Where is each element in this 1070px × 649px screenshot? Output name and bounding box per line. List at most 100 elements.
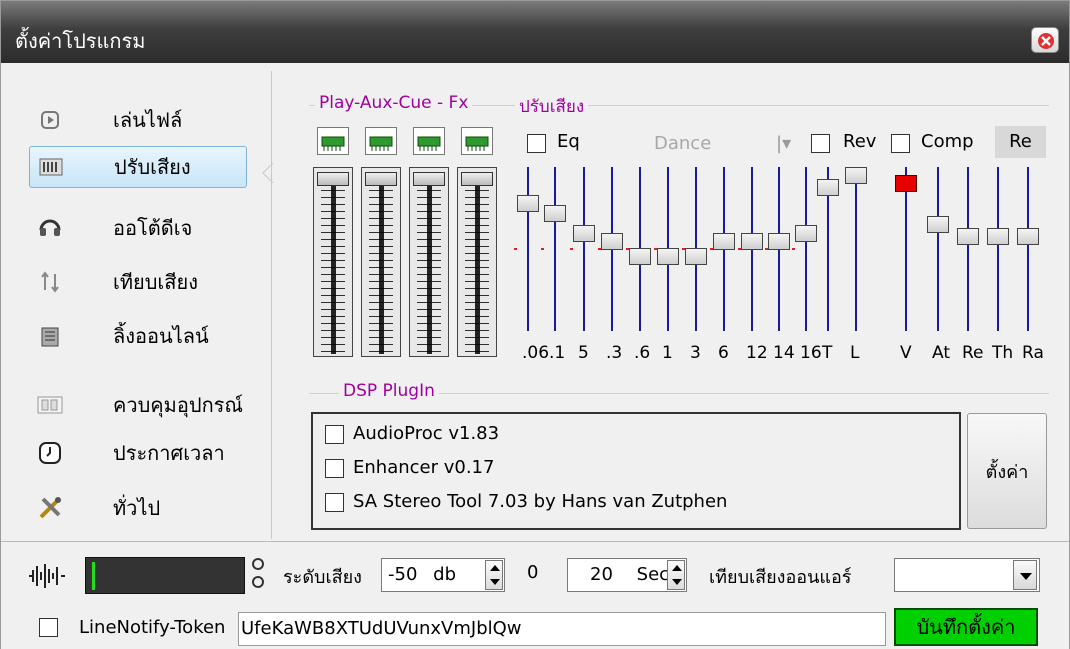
token-checkbox[interactable] xyxy=(39,618,58,637)
sidebar-item-device-control[interactable]: ควบคุมอุปกรณ์ xyxy=(29,384,249,426)
compare-label: เทียบเสียงออนแอร์ xyxy=(709,567,852,588)
sidebar-item-play-file[interactable]: เล่นไฟล์ xyxy=(29,99,249,141)
eq-zero-marker xyxy=(598,248,601,250)
eq-slider-label: 6 xyxy=(718,343,729,363)
eq-slider-rail xyxy=(527,167,529,331)
reverb-slider-thumb[interactable] xyxy=(845,167,867,185)
meter-aux xyxy=(361,127,401,357)
eq-slider-thumb[interactable] xyxy=(713,232,735,250)
sidebar-item-general[interactable]: ทั่วไป xyxy=(29,487,249,529)
save-settings-button[interactable]: บันทึกตั้งค่า xyxy=(894,608,1038,646)
group-title-adjust: ปรับเสียง xyxy=(515,93,589,120)
online-link-icon xyxy=(37,323,63,349)
eq-slider-label: .1 xyxy=(549,343,566,363)
sidebar-item-sound-compare[interactable]: เทียบเสียง xyxy=(29,261,249,303)
meter-led-icon[interactable] xyxy=(317,127,349,155)
comp-slider-thumb[interactable] xyxy=(957,227,979,245)
eq-slider-thumb[interactable] xyxy=(657,247,679,265)
link-circles-icon[interactable] xyxy=(251,556,265,590)
dsp-settings-button[interactable]: ตั้งค่า xyxy=(967,413,1047,529)
sidebar-item-label: เทียบเสียง xyxy=(113,270,198,294)
window-title: ตั้งค่าโปรแกรม xyxy=(15,29,146,53)
reset-button[interactable]: Re xyxy=(995,126,1046,158)
comp-slider-thumb[interactable] xyxy=(927,216,949,234)
meter-led-icon[interactable] xyxy=(413,127,445,155)
meter-scale xyxy=(465,190,489,352)
comp-slider-label: Re xyxy=(962,343,984,363)
meter-fx xyxy=(457,127,497,357)
eq-zero-marker xyxy=(654,248,657,250)
sync-icon xyxy=(37,269,63,295)
preset-dropdown-icon[interactable]: |▾ xyxy=(776,133,791,154)
reverb-slider-thumb[interactable] xyxy=(817,178,839,196)
dsp-plugin-label[interactable]: AudioProc v1.83 xyxy=(353,423,499,444)
token-input[interactable]: UfeKaWB8XTUdUVunxVmJblQw xyxy=(238,612,886,646)
title-bar: ตั้งค่าโปรแกรม xyxy=(1,1,1069,63)
meter-fader-knob[interactable] xyxy=(365,172,397,186)
eq-slider-thumb[interactable] xyxy=(768,232,790,250)
comp-slider-thumb[interactable] xyxy=(987,227,1009,245)
eq-slider-thumb[interactable] xyxy=(601,232,623,250)
level-meter xyxy=(85,557,245,594)
sidebar-item-label: ปรับเสียง xyxy=(114,155,191,179)
eq-slider-rail xyxy=(583,167,585,331)
eq-slider-thumb[interactable] xyxy=(795,224,817,242)
dsp-plugin-checkbox[interactable] xyxy=(325,425,344,444)
meter-led-icon[interactable] xyxy=(461,127,493,155)
dsp-plugin-label[interactable]: SA Stereo Tool 7.03 by Hans van Zutphen xyxy=(353,491,727,512)
eq-slider-rail xyxy=(554,167,556,331)
sidebar-divider xyxy=(271,71,272,539)
comp-slider-thumb[interactable] xyxy=(1017,227,1039,245)
comp-slider-thumb[interactable] xyxy=(895,175,917,193)
eq-slider-thumb[interactable] xyxy=(685,247,707,265)
dj-headphones-icon xyxy=(37,215,63,241)
level-unit: db xyxy=(433,564,456,585)
clock-icon xyxy=(37,440,63,466)
sec-spinner[interactable] xyxy=(667,560,685,590)
dsp-plugin-label[interactable]: Enhancer v0.17 xyxy=(353,457,494,478)
comp-slider-label: At xyxy=(932,343,950,363)
meter-fader-knob[interactable] xyxy=(461,172,493,186)
eq-zero-marker xyxy=(682,248,685,250)
sidebar-item-online-link[interactable]: ลิ้งออนไลน์ xyxy=(29,315,249,357)
meter-fader-knob[interactable] xyxy=(413,172,445,186)
preset-select[interactable]: Dance xyxy=(654,133,711,154)
close-button[interactable] xyxy=(1031,27,1059,53)
eq-zero-marker xyxy=(541,248,544,250)
eq-slider-thumb[interactable] xyxy=(741,232,763,250)
comp-slider-rail xyxy=(997,167,999,331)
eq-slider-thumb[interactable] xyxy=(517,195,539,213)
eq-checkbox[interactable] xyxy=(527,134,546,153)
dsp-plugin-checkbox[interactable] xyxy=(325,493,344,512)
meter-track xyxy=(409,167,449,357)
comp-checkbox[interactable] xyxy=(891,134,910,153)
compare-dropdown-icon[interactable] xyxy=(1013,560,1037,590)
eq-zero-marker xyxy=(626,248,629,250)
reverb-slider-label: L xyxy=(850,343,860,363)
meter-track xyxy=(361,167,401,357)
eq-slider-label: 14 xyxy=(773,343,795,363)
eq-slider-thumb[interactable] xyxy=(573,224,595,242)
close-icon xyxy=(1038,33,1054,49)
eq-slider-label: .6 xyxy=(634,343,651,363)
level-spinner[interactable] xyxy=(485,560,503,590)
eq-slider-thumb[interactable] xyxy=(544,204,566,222)
meter-play xyxy=(313,127,353,357)
reverb-slider-rail xyxy=(855,167,857,331)
sidebar-item-auto-dj[interactable]: ออโต้ดีเจ xyxy=(29,207,249,249)
eq-slider-thumb[interactable] xyxy=(629,247,651,265)
meter-fader-knob[interactable] xyxy=(317,172,349,186)
level-label: ระดับเสียง xyxy=(283,567,362,588)
sidebar-item-time-announce[interactable]: ประกาศเวลา xyxy=(29,432,249,474)
sidebar-item-sound-adjust[interactable]: ปรับเสียง xyxy=(29,146,247,188)
meter-led-icon[interactable] xyxy=(365,127,397,155)
rev-checkbox[interactable] xyxy=(811,134,830,153)
dsp-plugin-checkbox[interactable] xyxy=(325,459,344,478)
settings-window: ตั้งค่าโปรแกรม เล่นไฟล์ ปรับเสียง ออโต้ด… xyxy=(0,0,1070,649)
comp-slider-label: V xyxy=(900,343,912,363)
eq-zero-marker xyxy=(514,248,517,250)
comp-slider-label: Ra xyxy=(1022,343,1044,363)
group-title-mixer: Play-Aux-Cue - Fx xyxy=(315,93,473,113)
bottom-bar: ระดับเสียง -50 db 0 20 Sec เทียบเสียงออน… xyxy=(1,541,1069,649)
main-area: เล่นไฟล์ ปรับเสียง ออโต้ดีเจ เทียบเสียง … xyxy=(1,63,1069,541)
